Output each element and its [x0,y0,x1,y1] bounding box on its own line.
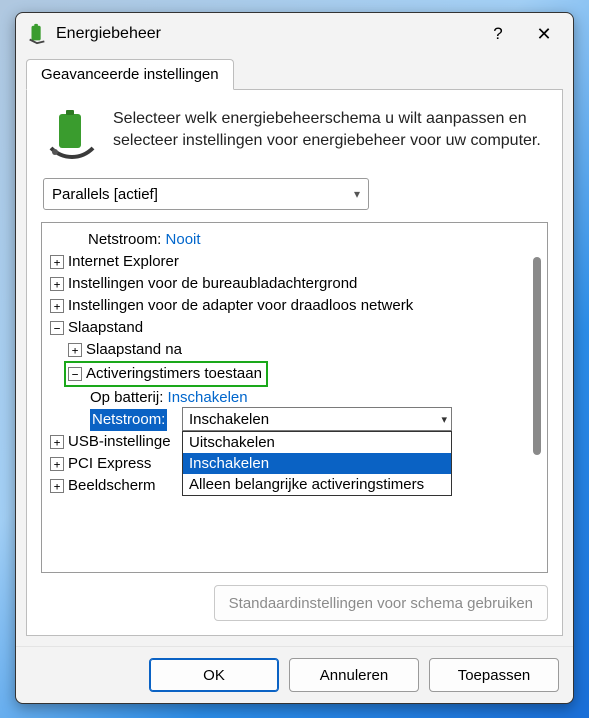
chevron-down-icon: ▾ [441,413,447,426]
label: Activeringstimers toestaan [86,363,262,385]
expand-icon[interactable] [50,435,64,449]
label: Op batterij: [90,387,163,409]
label: OK [203,667,225,684]
label: Beeldscherm [68,475,156,497]
value-link[interactable]: Inschakelen [168,387,248,409]
dialog-window: Energiebeheer ? ✕ Geavanceerde instellin… [15,12,574,704]
expand-icon[interactable] [50,255,64,269]
tree-row-wireless[interactable]: Instellingen voor de adapter voor draadl… [50,295,543,317]
combobox-option-selected[interactable]: Inschakelen [183,453,451,474]
window-title: Energiebeheer [56,25,475,43]
tree-row-on-battery[interactable]: Op batterij: Inschakelen [50,387,543,409]
label: PCI Express [68,453,151,475]
tree-row-desktop-bg[interactable]: Instellingen voor de bureaubladachtergro… [50,273,543,295]
combobox-option[interactable]: Uitschakelen [183,432,451,453]
highlight-box: Activeringstimers toestaan [64,361,268,387]
chevron-down-icon: ▾ [354,187,360,201]
tab-page: Selecteer welk energiebeheerschema u wil… [26,90,563,636]
scrollbar-thumb[interactable] [533,257,541,455]
close-icon: ✕ [536,24,551,45]
collapse-icon[interactable] [68,367,82,381]
tab-advanced-settings[interactable]: Geavanceerde instellingen [26,59,234,90]
tree-row-sleep-after[interactable]: Slaapstand na [50,339,543,361]
label: Instellingen voor de bureaubladachtergro… [68,273,357,295]
label: USB-instellinge [68,431,171,453]
apply-button[interactable]: Toepassen [429,658,559,692]
intro-text: Selecteer welk energiebeheerschema u wil… [113,108,544,151]
tab-strip: Geavanceerde instellingen [26,59,563,90]
ok-button[interactable]: OK [149,658,279,692]
expand-icon[interactable] [50,277,64,291]
combobox-current: Inschakelen [189,411,269,428]
power-scheme-selected: Parallels [actief] [52,186,158,203]
collapse-icon[interactable] [50,321,64,335]
value-link[interactable]: Nooit [166,229,201,251]
cancel-button[interactable]: Annuleren [289,658,419,692]
label: Internet Explorer [68,251,179,273]
dialog-button-row: OK Annuleren Toepassen [16,646,573,703]
label: Instellingen voor de adapter voor draadl… [68,295,413,317]
combobox-display[interactable]: Inschakelen ▾ [182,407,452,431]
expand-icon[interactable] [50,457,64,471]
restore-defaults-button[interactable]: Standaardinstellingen voor schema gebrui… [214,585,548,621]
label-selected: Netstroom: [90,409,167,431]
help-icon: ? [493,24,502,44]
power-scheme-select[interactable]: Parallels [actief] ▾ [43,178,369,210]
expand-icon[interactable] [68,343,82,357]
label: Slaapstand na [86,339,182,361]
combobox-list: Uitschakelen Inschakelen Alleen belangri… [182,431,452,496]
tab-label: Geavanceerde instellingen [41,66,219,83]
tree-row-netstroom-top[interactable]: Netstroom: Nooit [50,229,543,251]
combobox-option[interactable]: Alleen belangrijke activeringstimers [183,474,451,495]
close-button[interactable]: ✕ [521,15,567,53]
intro-block: Selecteer welk energiebeheerschema u wil… [45,108,544,162]
value-combobox[interactable]: Inschakelen ▾ Uitschakelen Inschakelen A… [182,407,452,496]
help-button[interactable]: ? [475,15,521,53]
tree-row-ie[interactable]: Internet Explorer [50,251,543,273]
label: Standaardinstellingen voor schema gebrui… [229,595,533,612]
battery-plug-icon [26,23,48,45]
label: Toepassen [458,667,531,684]
power-scheme-icon [45,108,99,162]
label: Netstroom: [88,229,161,251]
tree-row-wake-timers[interactable]: Activeringstimers toestaan [50,361,543,387]
expand-icon[interactable] [50,479,64,493]
titlebar: Energiebeheer ? ✕ [16,13,573,55]
label: Annuleren [320,667,388,684]
label: Slaapstand [68,317,143,339]
tree-row-sleep[interactable]: Slaapstand [50,317,543,339]
expand-icon[interactable] [50,299,64,313]
settings-tree[interactable]: Netstroom: Nooit Internet Explorer Inste… [41,222,548,573]
